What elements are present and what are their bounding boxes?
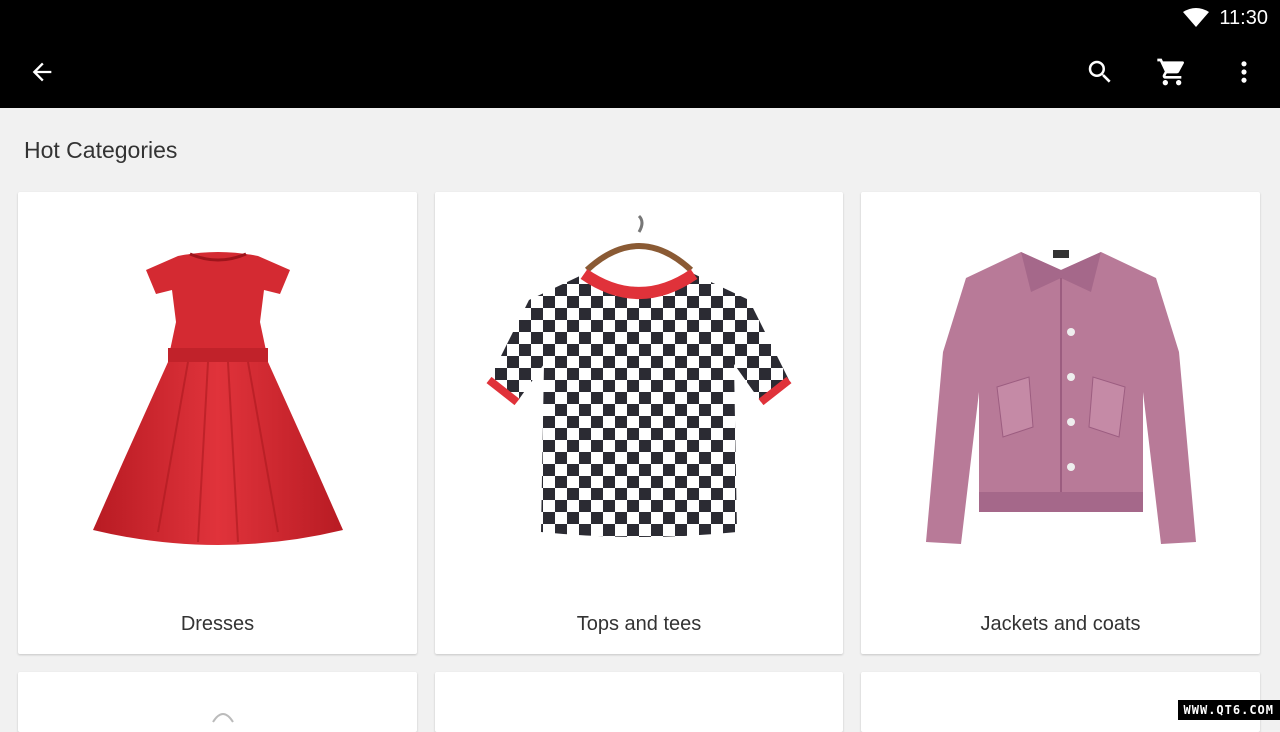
more-options-button[interactable] <box>1222 50 1266 94</box>
arrow-back-icon <box>28 58 56 86</box>
status-time: 11:30 <box>1219 7 1268 30</box>
cart-button[interactable] <box>1150 50 1194 94</box>
category-card-jackets[interactable]: Jackets and coats <box>861 192 1260 654</box>
category-image-dress <box>18 192 417 592</box>
category-image-jacket <box>861 192 1260 592</box>
search-icon <box>1085 57 1115 87</box>
more-vertical-icon <box>1230 58 1258 86</box>
category-label: Dresses <box>18 613 417 636</box>
category-image <box>208 704 238 724</box>
category-card-dresses[interactable]: Dresses <box>18 192 417 654</box>
category-label: Jackets and coats <box>861 613 1260 636</box>
watermark: WWW.QT6.COM <box>1178 700 1280 720</box>
section-title: Hot Categories <box>24 137 177 164</box>
search-button[interactable] <box>1078 50 1122 94</box>
category-card[interactable] <box>435 672 843 732</box>
category-card-tops[interactable]: Tops and tees <box>435 192 843 654</box>
category-image-tee <box>435 192 843 592</box>
app-bar: 11:30 <box>0 0 1280 108</box>
category-card[interactable] <box>18 672 417 732</box>
status-bar: 11:30 <box>1183 6 1268 30</box>
wifi-icon <box>1183 8 1209 28</box>
cart-icon <box>1156 56 1188 88</box>
category-label: Tops and tees <box>435 613 843 636</box>
back-button[interactable] <box>20 50 64 94</box>
